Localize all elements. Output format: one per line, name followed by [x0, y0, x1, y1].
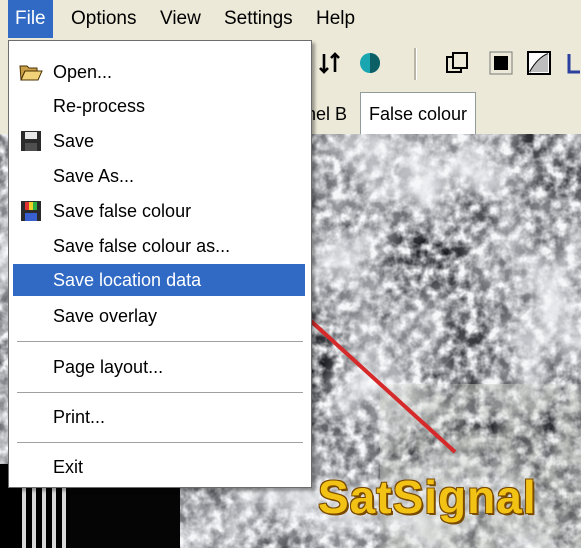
menu-separator [17, 341, 303, 343]
menu-item-reprocess[interactable]: Re-process [13, 90, 305, 122]
menu-item-save-false-colour[interactable]: Save false colour [13, 195, 305, 227]
black-square-icon[interactable] [488, 50, 514, 76]
partial-icon[interactable] [566, 50, 581, 76]
gradient-icon[interactable] [526, 50, 552, 76]
menu-item-label: Save As... [53, 166, 135, 186]
menu-item-open[interactable]: Open... [13, 56, 305, 88]
menu-item-label: Exit [53, 457, 84, 477]
tab-false-colour[interactable]: False colour [360, 92, 477, 135]
menu-options[interactable]: Options [64, 0, 143, 38]
colour-ball-icon[interactable] [357, 50, 383, 76]
menu-file[interactable]: File [8, 0, 53, 38]
menu-item-print[interactable]: Print... [13, 401, 305, 433]
menu-item-label: Save overlay [53, 306, 158, 326]
colour-floppy-icon [21, 201, 41, 221]
menu-item-exit[interactable]: Exit [13, 451, 305, 483]
floppy-disk-icon [21, 131, 41, 151]
menu-item-save-location-data[interactable]: Save location data [13, 264, 305, 296]
menu-item-label: Print... [53, 407, 106, 427]
menu-item-label: Page layout... [53, 357, 164, 377]
menu-item-label: Re-process [53, 96, 146, 116]
menu-item-label: Save false colour as... [53, 236, 231, 256]
menu-item-save-overlay[interactable]: Save overlay [13, 300, 305, 332]
menu-item-save-false-colour-as[interactable]: Save false colour as... [13, 230, 305, 262]
file-menu: Open... Re-process Save Save As... Save … [8, 40, 312, 488]
menu-bar: File Options View Settings Help [0, 0, 581, 38]
menu-view[interactable]: View [153, 0, 208, 38]
window-icon[interactable] [444, 50, 470, 76]
menu-help[interactable]: Help [309, 0, 362, 38]
watermark-logo: SatSignal [318, 471, 537, 523]
toolbar-separator [414, 48, 417, 80]
open-folder-icon [19, 65, 43, 81]
menu-separator [17, 392, 303, 394]
menu-item-save-as[interactable]: Save As... [13, 160, 305, 192]
menu-settings[interactable]: Settings [217, 0, 300, 38]
sort-arrows-icon[interactable] [318, 50, 344, 76]
menu-item-page-layout[interactable]: Page layout... [13, 351, 305, 383]
menu-item-label: Open... [53, 62, 113, 82]
menu-item-save[interactable]: Save [13, 125, 305, 157]
menu-separator [17, 442, 303, 444]
menu-item-label: Save location data [53, 270, 202, 290]
menu-item-label: Save false colour [53, 201, 192, 221]
menu-item-label: Save [53, 131, 95, 151]
